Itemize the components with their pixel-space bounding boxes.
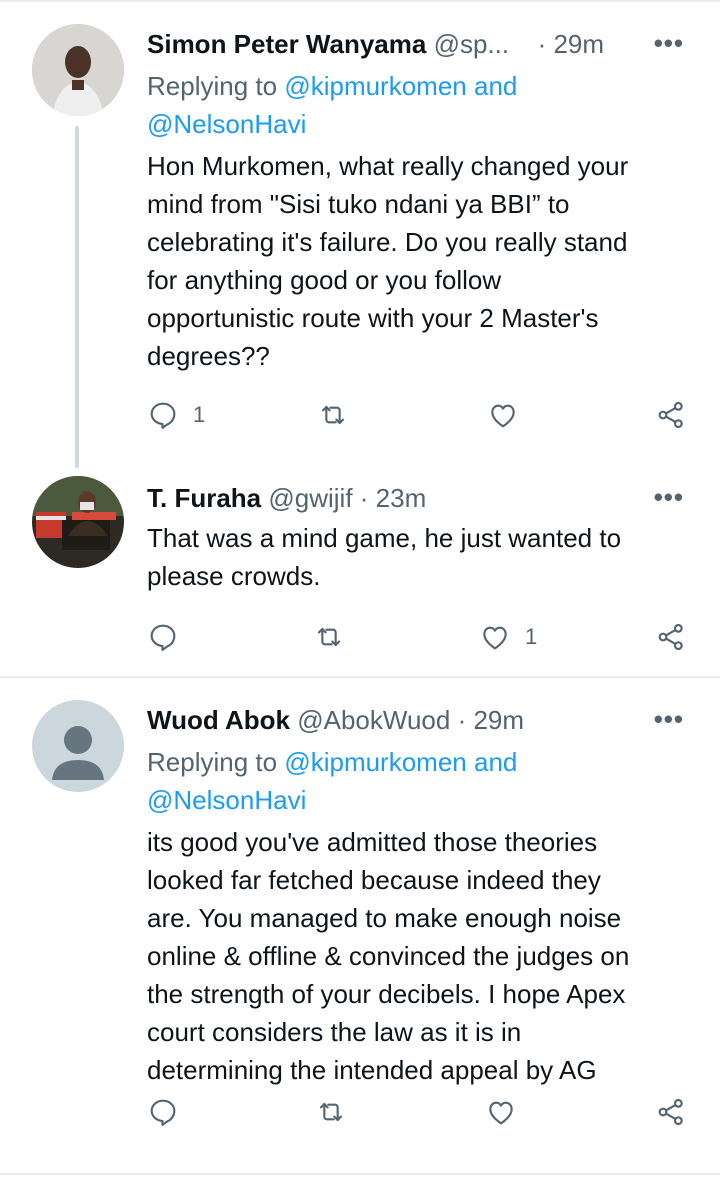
like-icon	[491, 404, 515, 428]
retweet-button[interactable]	[315, 1094, 361, 1130]
tweet-actions: 1	[147, 619, 692, 655]
tweet-actions: 1	[147, 397, 692, 433]
retweet-button[interactable]	[317, 397, 363, 433]
tweet-header: Wuod Abok @AbokWuod · 29m	[147, 702, 687, 738]
author-handle[interactable]: @sp...	[434, 29, 510, 59]
avatar-furaha[interactable]	[32, 476, 124, 568]
tweet-header: T. Furaha @gwijif · 23m	[147, 480, 687, 516]
author-name[interactable]: Wuod Abok	[147, 705, 290, 735]
replying-to: Replying to @kipmurkomen and	[147, 743, 687, 781]
timestamp[interactable]: · 29m	[458, 705, 524, 735]
reply-mentions[interactable]: @kipmurkomen and	[284, 71, 517, 101]
reply-icon	[150, 402, 176, 429]
retweet-icon	[319, 1102, 343, 1122]
share-button[interactable]	[655, 619, 687, 655]
like-button[interactable]: 1	[479, 619, 537, 655]
author-name[interactable]: T. Furaha	[147, 483, 261, 513]
reply-mention-nelsonhavi[interactable]: @NelsonHavi	[147, 785, 306, 815]
share-icon	[658, 1098, 683, 1126]
more-icon[interactable]: •••	[654, 482, 684, 512]
avatar-simon[interactable]	[32, 24, 124, 116]
reply-mentions[interactable]: @kipmurkomen and	[284, 747, 517, 777]
replying-prefix: Replying to	[147, 71, 285, 101]
tweet-1[interactable]: Simon Peter Wanyama @sp... · 29m ••• Rep…	[0, 0, 720, 470]
tweet-text: its good you've admitted those theories …	[147, 827, 630, 1085]
reply-button[interactable]	[147, 619, 193, 655]
more-icon[interactable]: •••	[654, 704, 684, 734]
tweet-text: Hon Murkomen, what really changed your m…	[147, 151, 629, 371]
replying-to: Replying to @kipmurkomen and	[147, 67, 687, 105]
replying-prefix: Replying to	[147, 747, 285, 777]
share-icon	[658, 623, 683, 651]
timestamp[interactable]: · 29m	[538, 29, 604, 59]
tweet-header: Simon Peter Wanyama @sp... · 29m	[147, 26, 687, 62]
author-handle[interactable]: @AbokWuod	[297, 705, 450, 735]
author-handle[interactable]: @gwijif	[268, 483, 352, 513]
retweet-icon	[317, 627, 341, 647]
default-avatar-icon[interactable]	[32, 700, 124, 792]
share-icon	[658, 401, 683, 429]
like-count: 1	[525, 624, 538, 649]
retweet-button[interactable]	[313, 619, 359, 655]
tweet-3[interactable]: Wuod Abok @AbokWuod · 29m ••• Replying t…	[0, 678, 720, 1173]
author-name[interactable]: Simon Peter Wanyama	[147, 29, 426, 59]
timestamp[interactable]: · 23m	[360, 483, 426, 513]
reply-button[interactable]	[147, 1094, 193, 1130]
tweet-divider	[0, 1173, 720, 1175]
more-icon[interactable]: •••	[654, 28, 684, 58]
share-button[interactable]	[655, 397, 687, 433]
tweet-2[interactable]: T. Furaha @gwijif · 23m ••• That was a m…	[0, 470, 720, 676]
tweet-text: That was a mind game, he just wanted to …	[147, 523, 622, 591]
tweet-actions	[147, 1094, 692, 1130]
retweet-icon	[321, 405, 345, 425]
reply-mention-nelsonhavi[interactable]: @NelsonHavi	[147, 109, 306, 139]
reply-icon	[150, 1099, 176, 1126]
like-icon	[489, 1101, 513, 1125]
reply-button[interactable]: 1	[147, 397, 205, 433]
reply-icon	[150, 624, 176, 651]
thread-line	[75, 126, 79, 468]
share-button[interactable]	[655, 1094, 687, 1130]
like-button[interactable]	[487, 397, 533, 433]
replying-to-line2: @NelsonHavi	[147, 105, 687, 143]
replying-to-line2: @NelsonHavi	[147, 781, 687, 819]
reply-count: 1	[193, 402, 206, 427]
like-icon	[483, 626, 507, 650]
like-button[interactable]	[485, 1094, 531, 1130]
